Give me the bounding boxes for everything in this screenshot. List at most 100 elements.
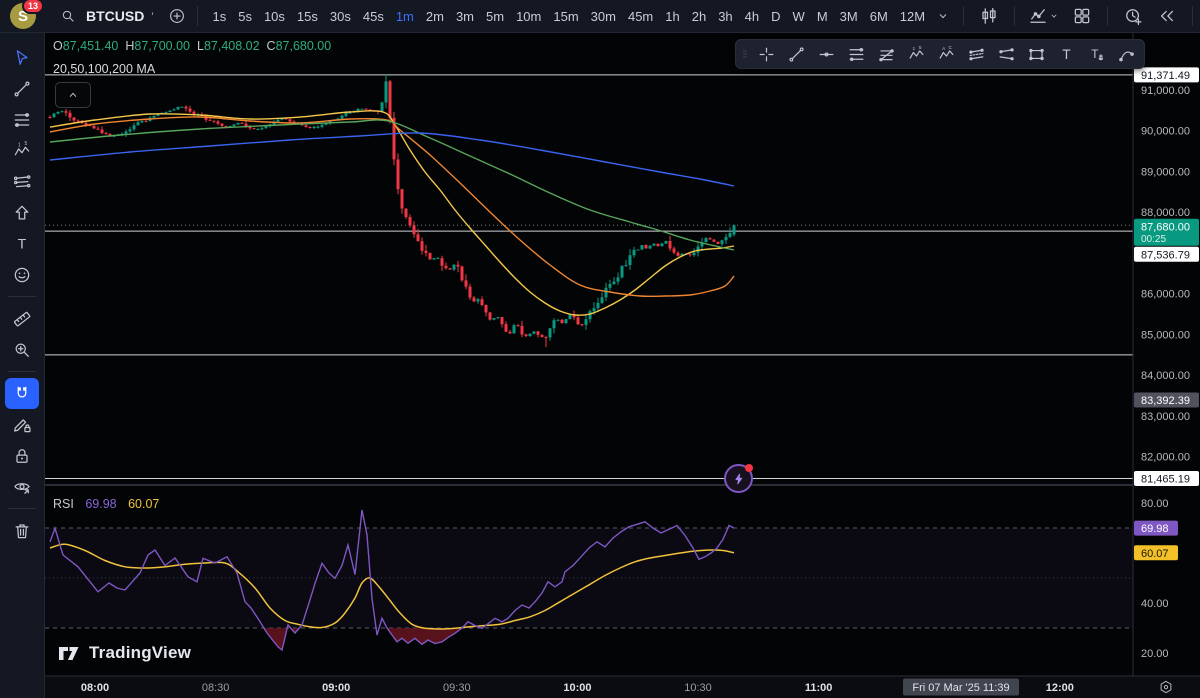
timeframe-expand-chevron-icon[interactable] <box>931 4 955 28</box>
price-axis[interactable]: 91,000.0090,000.0089,000.0088,000.0086,0… <box>1133 33 1200 698</box>
timeframe-1s[interactable]: 1s <box>207 7 231 26</box>
timeframe-4h[interactable]: 4h <box>740 7 764 26</box>
fav-anchored-text-icon[interactable]: T <box>1081 41 1111 67</box>
svg-text:5: 5 <box>918 45 921 51</box>
timeframe-15s[interactable]: 15s <box>292 7 323 26</box>
svg-text:T: T <box>1091 47 1098 61</box>
tool-trend-line-icon[interactable] <box>5 73 39 104</box>
fav-horizontal-line-icon[interactable] <box>811 41 841 67</box>
symbol-label: BTCUSD <box>86 8 144 24</box>
tool-fib-retracement-icon[interactable] <box>5 104 39 135</box>
lightning-boost-icon[interactable] <box>724 464 753 493</box>
add-symbol-icon[interactable] <box>165 4 189 28</box>
legend-collapse-button[interactable] <box>55 82 91 108</box>
current-time-label: Fri 07 Mar '25 11:39 <box>912 682 1009 694</box>
tradingview-logo[interactable]: TradingView <box>57 641 191 665</box>
boost-notification-dot <box>745 464 753 472</box>
tool-lock-drawings-icon[interactable] <box>5 440 39 471</box>
candles-style-icon[interactable] <box>977 4 1001 28</box>
toolbar-separator <box>1014 6 1015 26</box>
time-tick: 10:00 <box>563 682 591 694</box>
fav-curve-icon[interactable] <box>1111 41 1141 67</box>
svg-text:83,392.39: 83,392.39 <box>1141 395 1190 407</box>
timeframe-45m[interactable]: 45m <box>623 7 658 26</box>
svg-text:60.07: 60.07 <box>1141 548 1169 560</box>
timeframe-M[interactable]: M <box>812 7 833 26</box>
timeframe-5s[interactable]: 5s <box>233 7 257 26</box>
svg-text:C: C <box>948 45 952 51</box>
sidebar-divider <box>8 296 36 297</box>
svg-text:69.98: 69.98 <box>1141 523 1169 535</box>
timeframe-30s[interactable]: 30s <box>325 7 356 26</box>
timeframe-1h[interactable]: 1h <box>660 7 684 26</box>
tool-text-tool-icon[interactable]: T <box>5 228 39 259</box>
fav-parallel-channel-icon[interactable] <box>961 41 991 67</box>
fav-rectangle-icon[interactable] <box>1021 41 1051 67</box>
indicators-icon[interactable] <box>1028 4 1060 28</box>
bar-replay-icon[interactable] <box>1155 4 1179 28</box>
tool-hide-drawings-icon[interactable] <box>5 471 39 502</box>
notification-badge: 13 <box>22 0 44 14</box>
tool-emoji-icon[interactable] <box>5 259 39 290</box>
tradingview-mark-icon <box>57 641 81 665</box>
fav-elliott-wave-icon[interactable]: 15 <box>901 41 931 67</box>
timeframe-15m[interactable]: 15m <box>548 7 583 26</box>
price-tick: 89,000.00 <box>1141 167 1190 179</box>
timeframe-3h[interactable]: 3h <box>713 7 737 26</box>
tool-stay-drawing-mode-icon[interactable] <box>5 409 39 440</box>
top-toolbar: S 13 BTCUSD' 1s5s10s15s30s45s1m2m3m5m10m… <box>0 0 1200 33</box>
tool-prediction-tools-icon[interactable] <box>5 166 39 197</box>
timeframe-2m[interactable]: 2m <box>421 7 449 26</box>
timeframe-D[interactable]: D <box>766 7 785 26</box>
tool-cursor-icon[interactable] <box>5 42 39 73</box>
fav-text-tool-icon[interactable]: T <box>1051 41 1081 67</box>
timeframe-1m[interactable]: 1m <box>391 7 419 26</box>
fav-trend-fib-icon[interactable] <box>871 41 901 67</box>
timeframe-10s[interactable]: 10s <box>259 7 290 26</box>
tool-ruler-icon[interactable] <box>5 303 39 334</box>
timeframe-5m[interactable]: 5m <box>481 7 509 26</box>
price-tick: 90,000.00 <box>1141 126 1190 138</box>
timeframe-6M[interactable]: 6M <box>865 7 893 26</box>
tool-elliott-wave-icon[interactable]: 15 <box>5 135 39 166</box>
time-axis[interactable]: 08:0008:3009:0009:3010:0010:3011:0012:00… <box>45 676 1200 698</box>
drag-handle-icon[interactable] <box>739 47 751 61</box>
toolbar-separator <box>1107 6 1108 26</box>
timeframe-3m[interactable]: 3m <box>451 7 479 26</box>
fav-crosshair-icon[interactable] <box>751 41 781 67</box>
timeframe-W[interactable]: W <box>788 7 810 26</box>
price-tick: 86,000.00 <box>1141 289 1190 301</box>
price-tick: 85,000.00 <box>1141 330 1190 342</box>
timeframe-2h[interactable]: 2h <box>687 7 711 26</box>
fav-trend-line-icon[interactable] <box>781 41 811 67</box>
price-tick: 91,000.00 <box>1141 85 1190 97</box>
toolbar-separator <box>1192 6 1193 26</box>
tool-arrow-marker-icon[interactable] <box>5 197 39 228</box>
tool-magnet-icon[interactable] <box>5 378 39 409</box>
timeframe-10m[interactable]: 10m <box>511 7 546 26</box>
price-tick: 84,000.00 <box>1141 370 1190 382</box>
tool-zoom-in-icon[interactable] <box>5 334 39 365</box>
fav-disjoint-channel-icon[interactable] <box>991 41 1021 67</box>
price-chart-svg[interactable]: 91,000.0090,000.0089,000.0088,000.0086,0… <box>45 33 1200 698</box>
tool-remove-drawings-icon[interactable] <box>5 515 39 546</box>
rsi-tick: 20.00 <box>1141 648 1169 660</box>
rsi-tick: 40.00 <box>1141 598 1169 610</box>
symbol-search-button[interactable]: BTCUSD' <box>50 2 159 30</box>
timeframe-12M[interactable]: 12M <box>895 7 930 26</box>
svg-text:87,536.79: 87,536.79 <box>1141 249 1190 261</box>
timeframe-3M[interactable]: 3M <box>835 7 863 26</box>
alert-clock-icon[interactable] <box>1121 4 1145 28</box>
layout-grid-icon[interactable] <box>1070 4 1094 28</box>
timeframe-45s[interactable]: 45s <box>358 7 389 26</box>
svg-text:1: 1 <box>912 46 915 52</box>
user-avatar[interactable]: S 13 <box>10 3 36 29</box>
fav-fib-retracement-icon[interactable] <box>841 41 871 67</box>
svg-text:81,465.19: 81,465.19 <box>1141 474 1190 486</box>
favorite-drawings-toolbar: 15ACTT <box>735 39 1145 69</box>
timeframe-list: 1s5s10s15s30s45s1m2m3m5m10m15m30m45m1h2h… <box>206 7 931 26</box>
timeframe-30m[interactable]: 30m <box>586 7 621 26</box>
fav-xabcd-pattern-icon[interactable]: AC <box>931 41 961 67</box>
chart-area[interactable]: 91,000.0090,000.0089,000.0088,000.0086,0… <box>45 33 1200 698</box>
svg-text:T: T <box>18 236 27 252</box>
